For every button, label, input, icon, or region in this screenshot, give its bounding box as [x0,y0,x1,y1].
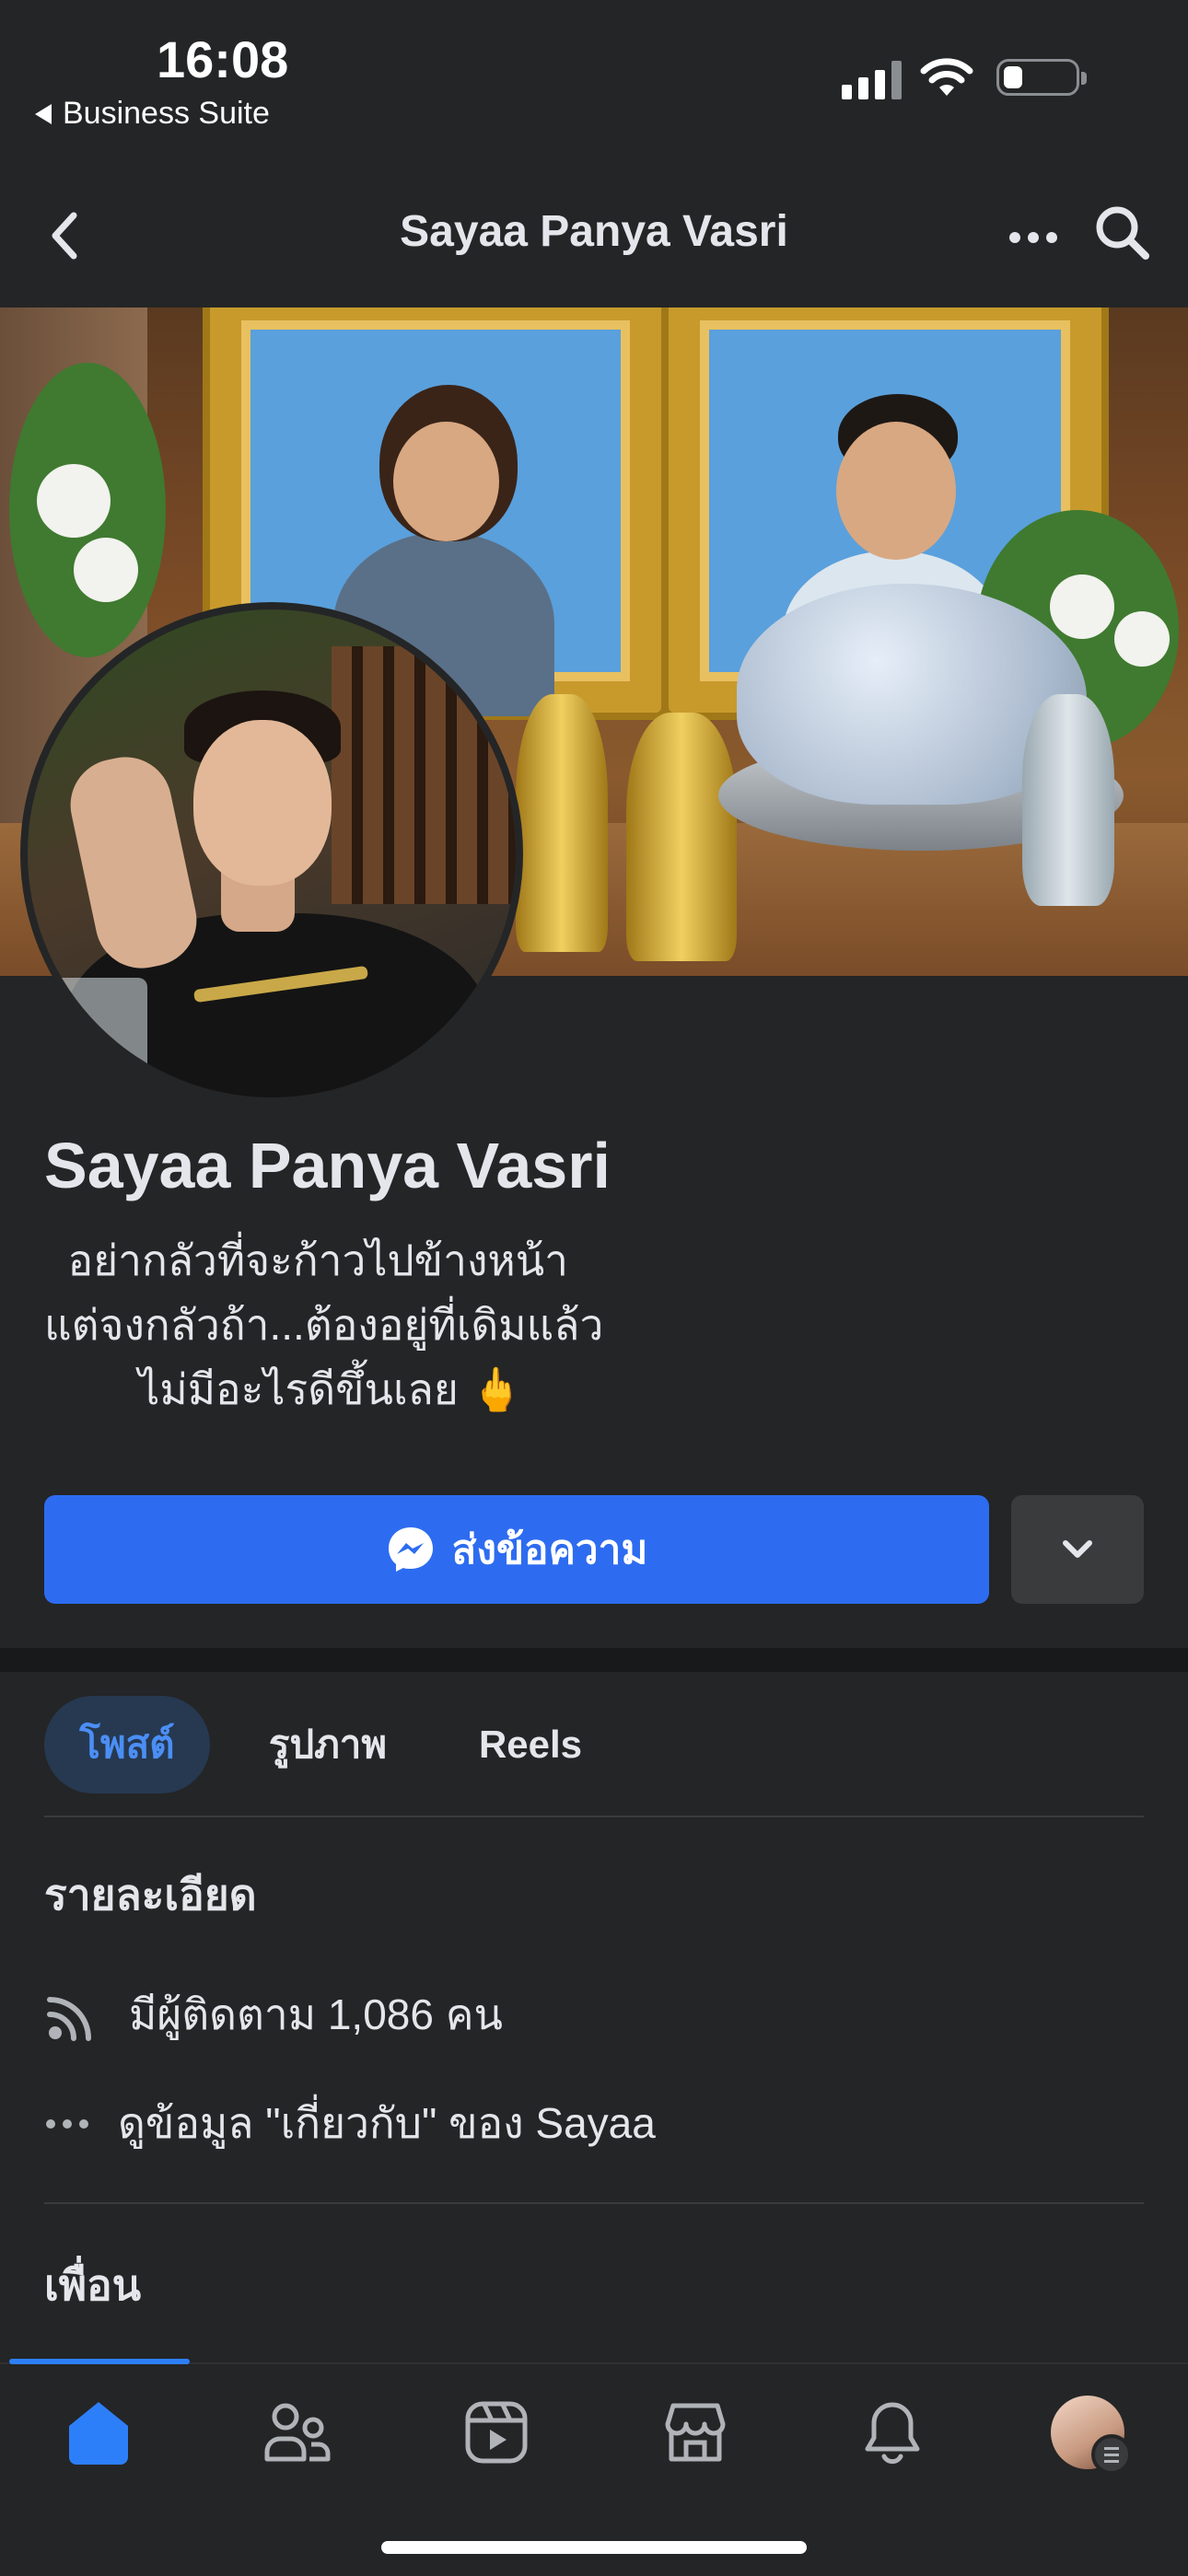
nav-menu[interactable] [1037,2396,1138,2475]
cellular-signal-icon [842,59,902,99]
chevron-down-icon [1063,1540,1092,1558]
home-icon [69,2402,128,2465]
search-icon[interactable] [1092,203,1151,261]
back-triangle-icon [35,103,52,124]
nav-marketplace[interactable] [645,2396,746,2469]
tab-photos[interactable]: รูปภาพ [236,1696,420,1793]
menu-hamburger-icon [1091,2434,1132,2475]
more-dots-icon [46,2118,88,2129]
nav-video[interactable] [446,2396,547,2469]
active-tab-indicator [9,2359,190,2364]
profile-name: Sayaa Panya Vasri [44,1130,611,1201]
marketplace-icon [665,2403,726,2462]
profile-avatar[interactable] [28,609,516,1097]
send-message-button[interactable]: ส่งข้อความ [44,1495,989,1604]
friends-heading: เพื่อน [44,2261,142,2309]
battery-icon [996,59,1087,96]
about-link[interactable]: ดูข้อมูล "เกี่ยวกับ" ของ Sayaa [44,2090,656,2157]
profile-bio: อย่ากลัวที่จะก้าวไปข้างหน้า แต่จงกลัวถ้า… [44,1236,604,1413]
more-options-icon[interactable] [1009,232,1057,243]
section-divider [0,1648,1188,1672]
nav-friends[interactable] [247,2396,348,2469]
send-message-label: ส่งข้อความ [451,1527,648,1572]
about-text: ดูข้อมูล "เกี่ยวกับ" ของ Sayaa [118,2099,656,2147]
tab-reels[interactable]: Reels [448,1696,613,1793]
back-app-label: Business Suite [63,96,270,131]
tab-posts[interactable]: โพสต์ [44,1696,210,1793]
nav-notifications[interactable] [842,2396,943,2469]
video-icon [465,2401,528,2464]
followers-text: มีผู้ติดตาม 1,086 คน [129,1990,503,2038]
more-actions-button[interactable] [1011,1495,1144,1604]
followers-row: มีผู้ติดตาม 1,086 คน [44,1981,503,2048]
home-indicator [381,2541,807,2554]
messenger-icon [388,1527,433,1572]
status-time: 16:08 [157,30,289,88]
details-heading: รายละเอียด [44,1871,257,1919]
back-to-app-link[interactable]: Business Suite [35,96,270,132]
rss-feed-icon [47,1996,91,2041]
tabs-divider [44,1816,1144,1817]
friends-icon [264,2403,331,2462]
nav-home[interactable] [48,2396,149,2469]
wifi-icon [920,58,973,96]
bell-icon [865,2402,920,2465]
profile-menu-avatar [1051,2396,1132,2475]
details-divider [44,2202,1144,2204]
